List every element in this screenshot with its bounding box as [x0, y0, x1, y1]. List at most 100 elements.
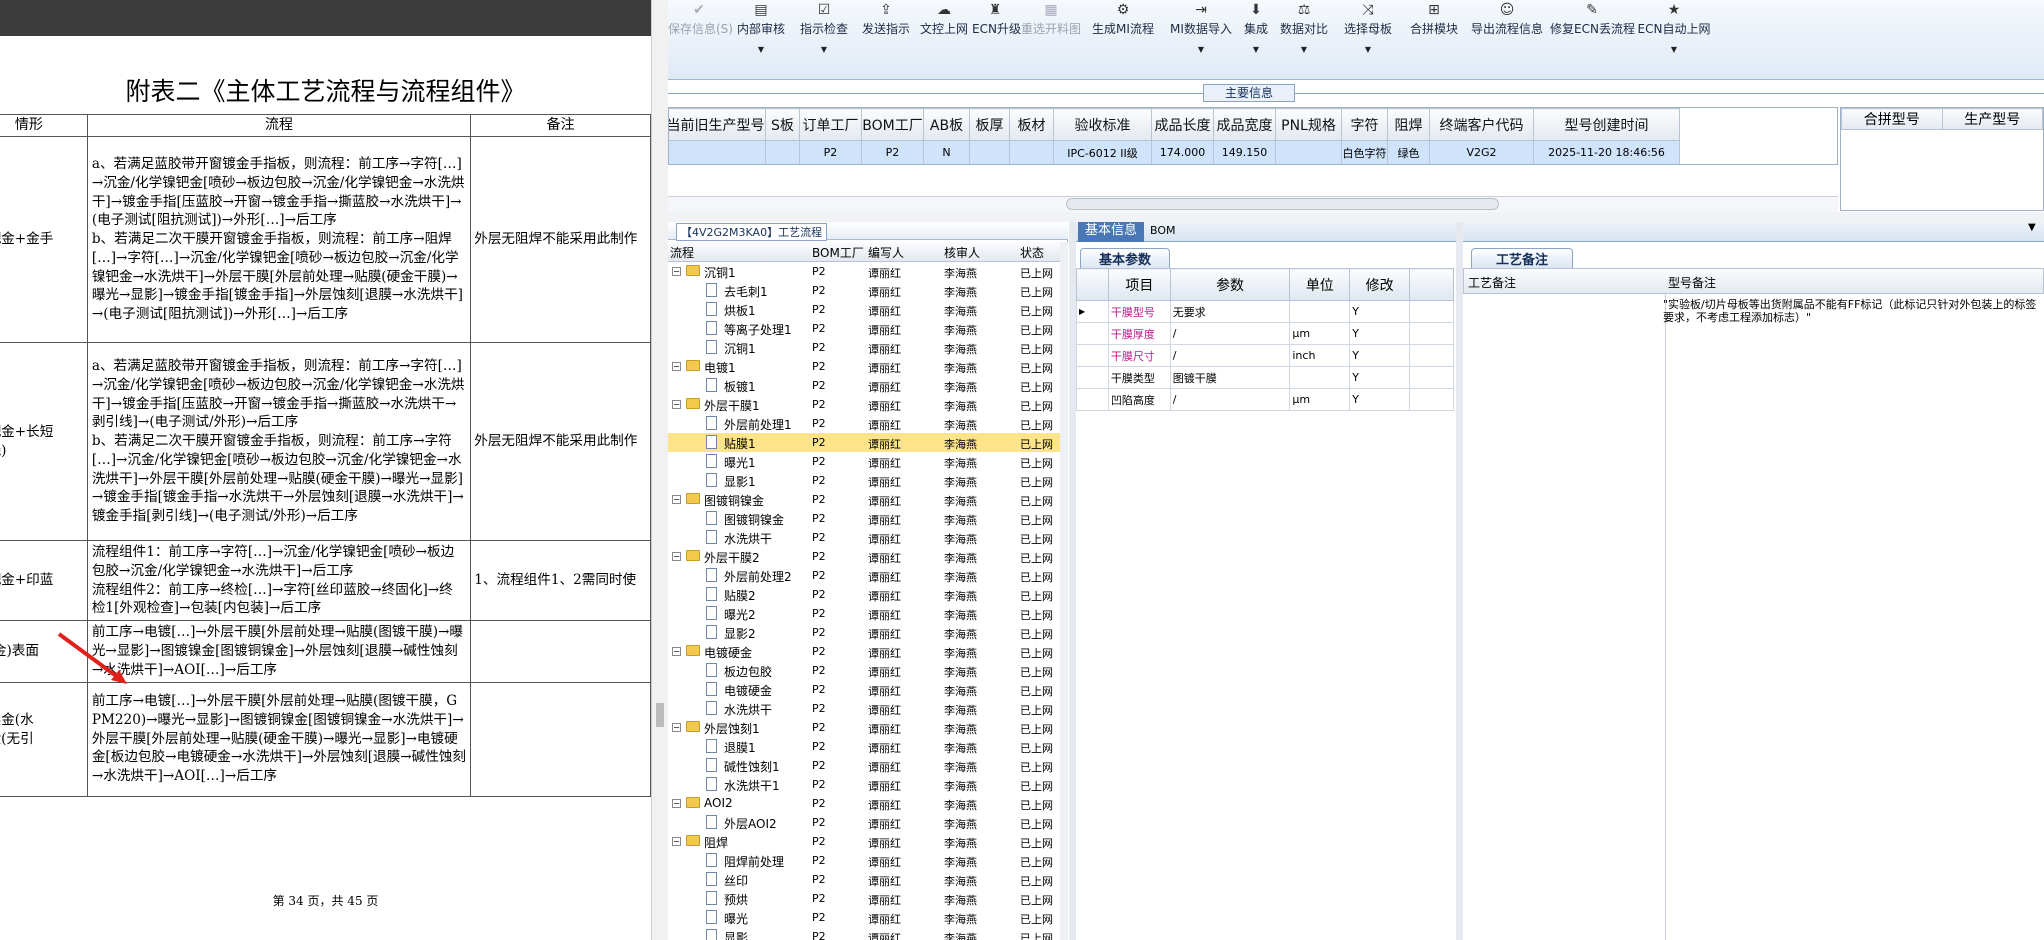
main-grid-header[interactable]: PNL规格	[1275, 108, 1342, 141]
main-grid-cell[interactable]: V2G2	[1429, 140, 1534, 164]
main-grid-header[interactable]: 当前旧生产型号	[669, 108, 766, 141]
tab-basic-params[interactable]: 基本参数	[1080, 248, 1171, 269]
tree-vscroll[interactable]	[1060, 242, 1068, 940]
main-grid-header[interactable]: 板厚	[969, 108, 1010, 141]
toolbar-button-3[interactable]: ☑ 指示检查 ▼	[794, 0, 854, 78]
window-splitter[interactable]	[651, 0, 668, 940]
param-row[interactable]: 凹陷高度 / μm Y	[1076, 388, 1454, 411]
param-mod-cell[interactable]: Y	[1349, 388, 1411, 411]
param-row[interactable]: 干膜尺寸 / inch Y	[1076, 344, 1454, 367]
collapse-toggle-icon[interactable]: −	[672, 495, 681, 504]
main-grid-header[interactable]: 验收标准	[1053, 108, 1152, 141]
param-item-cell[interactable]: 干膜尺寸	[1107, 344, 1171, 367]
tree-leaf-node[interactable]: 曝光1 P2 谭丽红 李海燕 已上网	[668, 452, 1060, 471]
toolbar-button-15[interactable]: ✎ 修复ECN丢流程	[1550, 0, 1635, 78]
param-mod-cell[interactable]: Y	[1349, 322, 1411, 345]
main-grid-header[interactable]: 订单工厂	[799, 108, 862, 141]
tree-leaf-node[interactable]: 板镀1 P2 谭丽红 李海燕 已上网	[668, 376, 1060, 395]
main-grid-header[interactable]: 型号创建时间	[1533, 108, 1680, 141]
tree-group-node[interactable]: − 外层干膜2 P2 谭丽红 李海燕 已上网	[668, 547, 1060, 566]
tree-leaf-node[interactable]: 退膜1 P2 谭丽红 李海燕 已上网	[668, 737, 1060, 756]
toolbar-button-5[interactable]: ☁ 文控上网	[918, 0, 970, 78]
tree-group-node[interactable]: − 电镀1 P2 谭丽红 李海燕 已上网	[668, 357, 1060, 376]
tree-leaf-node[interactable]: 水洗烘干 P2 谭丽红 李海燕 已上网	[668, 528, 1060, 547]
tree-leaf-node[interactable]: 外层AOI2 P2 谭丽红 李海燕 已上网	[668, 813, 1060, 832]
toolbar-button-2[interactable]: ▤ 内部审核 ▼	[730, 0, 792, 78]
tree-group-node[interactable]: − 图镀铜镍金 P2 谭丽红 李海燕 已上网	[668, 490, 1060, 509]
vertical-splitter-2[interactable]	[1456, 222, 1463, 940]
toolbar-button-16[interactable]: ★ ECN自动上网 ▼	[1636, 0, 1712, 78]
grid-hscroll-thumb[interactable]	[1066, 198, 1499, 210]
toolbar-button-14[interactable]: ☺ 导出流程信息	[1466, 0, 1548, 78]
dropdown-arrow-icon[interactable]: ▼	[1334, 45, 1402, 54]
toolbar-button-9[interactable]: ⇥ MI数据导入 ▼	[1166, 0, 1236, 78]
param-mod-cell[interactable]: Y	[1349, 300, 1411, 323]
main-grid-cell[interactable]: N	[923, 140, 970, 164]
dropdown-arrow-icon[interactable]: ▼	[1166, 45, 1236, 54]
tree-leaf-node[interactable]: 曝光2 P2 谭丽红 李海燕 已上网	[668, 604, 1060, 623]
param-param-cell[interactable]: /	[1169, 322, 1291, 345]
tree-leaf-node[interactable]: 外层前处理1 P2 谭丽红 李海燕 已上网	[668, 414, 1060, 433]
param-unit-cell[interactable]: μm	[1289, 388, 1351, 411]
param-unit-cell[interactable]: μm	[1289, 322, 1351, 345]
collapse-toggle-icon[interactable]: −	[672, 799, 681, 808]
tree-leaf-node[interactable]: 贴膜2 P2 谭丽红 李海燕 已上网	[668, 585, 1060, 604]
toolbar-button-4[interactable]: ⇪ 发送指示	[856, 0, 916, 78]
param-item-cell[interactable]: 干膜类型	[1107, 366, 1171, 389]
toolbar-button-11[interactable]: ⚖ 数据对比 ▼	[1276, 0, 1332, 78]
tab-basic-info[interactable]: 基本信息	[1078, 222, 1144, 242]
process-notes-column[interactable]	[1463, 294, 1666, 940]
tree-leaf-node[interactable]: 阻焊前处理 P2 谭丽红 李海燕 已上网	[668, 851, 1060, 870]
tree-group-node[interactable]: − 外层蚀刻1 P2 谭丽红 李海燕 已上网	[668, 718, 1060, 737]
main-grid-cell[interactable]	[669, 140, 766, 164]
tree-leaf-node[interactable]: 沉铜1 P2 谭丽红 李海燕 已上网	[668, 338, 1060, 357]
horizontal-splitter[interactable]	[668, 212, 2044, 222]
tab-process-notes[interactable]: 工艺备注	[1471, 248, 1574, 269]
tree-group-node[interactable]: − AOI2 P2 谭丽红 李海燕 已上网	[668, 794, 1060, 813]
main-grid-header[interactable]: AB板	[923, 108, 970, 141]
tree-leaf-node[interactable]: 烘板1 P2 谭丽红 李海燕 已上网	[668, 300, 1060, 319]
tree-leaf-node[interactable]: 电镀硬金 P2 谭丽红 李海燕 已上网	[668, 680, 1060, 699]
main-grid-cell[interactable]: P2	[799, 140, 862, 164]
main-grid-header[interactable]: 字符	[1341, 108, 1388, 141]
dropdown-arrow-icon[interactable]: ▼	[1276, 45, 1332, 54]
main-grid-header[interactable]: BOM工厂	[861, 108, 924, 141]
main-grid-cell[interactable]: 白色字符	[1341, 140, 1388, 164]
main-grid-header[interactable]: 终端客户代码	[1429, 108, 1534, 141]
main-grid-cell[interactable]: 149.150	[1213, 140, 1276, 164]
tree-leaf-node[interactable]: 外层前处理2 P2 谭丽红 李海燕 已上网	[668, 566, 1060, 585]
collapse-caret-icon[interactable]: ▼	[2028, 222, 2036, 233]
tree-leaf-node[interactable]: 等离子处理1 P2 谭丽红 李海燕 已上网	[668, 319, 1060, 338]
tree-leaf-node[interactable]: 水洗烘干1 P2 谭丽红 李海燕 已上网	[668, 775, 1060, 794]
tree-leaf-node[interactable]: 板边包胶 P2 谭丽红 李海燕 已上网	[668, 661, 1060, 680]
dropdown-arrow-icon[interactable]: ▼	[1636, 45, 1712, 54]
main-grid-header[interactable]: S板	[765, 108, 800, 141]
param-item-cell[interactable]: 凹陷高度	[1107, 388, 1171, 411]
main-grid-cell[interactable]: 174.000	[1151, 140, 1214, 164]
param-mod-cell[interactable]: Y	[1349, 344, 1411, 367]
tree-leaf-node[interactable]: 贴膜1 P2 谭丽红 李海燕 已上网	[668, 433, 1060, 452]
main-grid-header[interactable]: 阻焊	[1387, 108, 1430, 141]
dropdown-arrow-icon[interactable]: ▼	[794, 45, 854, 54]
tree-group-node[interactable]: − 外层干膜1 P2 谭丽红 李海燕 已上网	[668, 395, 1060, 414]
main-grid-header[interactable]: 成品长度	[1151, 108, 1214, 141]
main-grid-cell[interactable]	[1275, 140, 1342, 164]
tree-leaf-node[interactable]: 显影 P2 谭丽红 李海燕 已上网	[668, 927, 1060, 940]
param-param-cell[interactable]: 图镀干膜	[1169, 366, 1291, 389]
tree-leaf-node[interactable]: 图镀铜镍金 P2 谭丽红 李海燕 已上网	[668, 509, 1060, 528]
collapse-toggle-icon[interactable]: −	[672, 267, 681, 276]
param-mod-cell[interactable]: Y	[1349, 366, 1411, 389]
tree-group-node[interactable]: − 阻焊 P2 谭丽红 李海燕 已上网	[668, 832, 1060, 851]
main-grid-cell[interactable]: 2025-11-20 18:46:56	[1533, 140, 1680, 164]
collapse-toggle-icon[interactable]: −	[672, 837, 681, 846]
tree-leaf-node[interactable]: 显影1 P2 谭丽红 李海燕 已上网	[668, 471, 1060, 490]
collapse-toggle-icon[interactable]: −	[672, 647, 681, 656]
param-unit-cell[interactable]	[1289, 366, 1351, 389]
param-param-cell[interactable]: 无要求	[1169, 300, 1291, 323]
toolbar-button-12[interactable]: ⤨ 选择母板 ▼	[1334, 0, 1402, 78]
toolbar-button-7[interactable]: ▦ 重选开料图	[1020, 0, 1082, 78]
tree-leaf-node[interactable]: 预烘 P2 谭丽红 李海燕 已上网	[668, 889, 1060, 908]
main-grid-cell[interactable]: P2	[861, 140, 924, 164]
param-param-cell[interactable]: /	[1169, 388, 1291, 411]
tree-group-node[interactable]: − 电镀硬金 P2 谭丽红 李海燕 已上网	[668, 642, 1060, 661]
